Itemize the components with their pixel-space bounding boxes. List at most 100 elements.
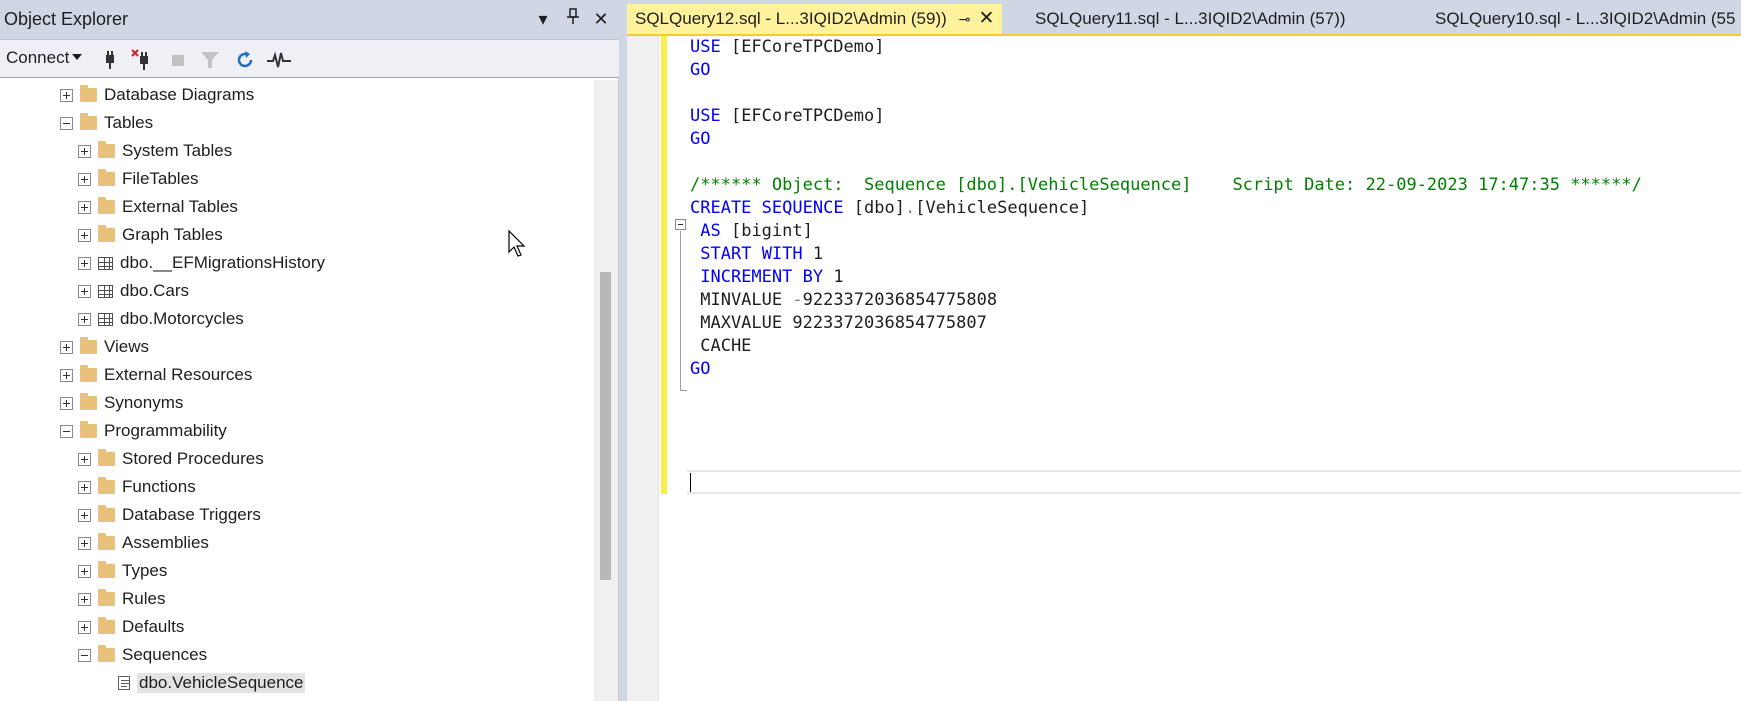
folder-icon [98, 645, 115, 662]
folder-icon [98, 589, 115, 606]
filter-icon[interactable] [198, 48, 222, 72]
tab-label: SQLQuery11.sql - L...3IQID2\Admin (57)) [1035, 9, 1346, 28]
folder-icon [80, 365, 97, 382]
pin-icon[interactable]: ⊸ [959, 4, 971, 34]
expand-icon[interactable] [78, 620, 91, 634]
folder-icon [80, 113, 97, 130]
tree-node-external-resources[interactable]: External Resources [60, 362, 252, 388]
folder-icon [98, 617, 115, 634]
close-icon[interactable]: ✕ [588, 6, 614, 32]
tree-node-types[interactable]: Types [78, 558, 167, 584]
tree-node-sequences[interactable]: Sequences [78, 642, 207, 668]
disconnect-icon[interactable] [130, 48, 154, 72]
tree-node-database-diagrams[interactable]: Database Diagrams [60, 82, 254, 108]
code-line[interactable]: GO [690, 128, 710, 151]
expand-icon[interactable] [78, 312, 91, 326]
code-line[interactable]: GO [690, 59, 710, 82]
connect-plug-icon[interactable] [98, 48, 122, 72]
code-line[interactable]: GO [690, 358, 710, 381]
object-explorer-toolbar: Connect [0, 40, 619, 78]
code-line[interactable]: /****** Object: Sequence [dbo].[VehicleS… [690, 174, 1642, 197]
tree-node-motorcycles[interactable]: dbo.Motorcycles [78, 306, 244, 332]
sql-editor[interactable]: USE [EFCoreTPCDemo] GO USE [EFCoreTPCDemo]… [627, 36, 1741, 701]
tree-node-programmability[interactable]: Programmability [60, 418, 227, 444]
expand-icon[interactable] [60, 396, 73, 410]
code-line[interactable]: MAXVALUE 9223372036854775807 [690, 312, 987, 335]
pin-icon[interactable] [560, 6, 586, 32]
tab-label: SQLQuery12.sql - L...3IQID2\Admin (59)) [635, 9, 947, 28]
tree-node-stored-procedures[interactable]: Stored Procedures [78, 446, 264, 472]
tree-node-vehicle-sequence[interactable]: dbo.VehicleSequence [96, 670, 306, 696]
tree-node-cars[interactable]: dbo.Cars [78, 278, 189, 304]
tree-node-filetables[interactable]: FileTables [78, 166, 199, 192]
dropdown-arrow-icon[interactable]: ▾ [530, 6, 556, 32]
tree-node-graph-tables[interactable]: Graph Tables [78, 222, 223, 248]
code-line[interactable]: START WITH 1 [690, 243, 823, 266]
tree-node-efmigrationshistory[interactable]: dbo.__EFMigrationsHistory [78, 250, 325, 276]
connect-button[interactable]: Connect [6, 48, 83, 68]
tree-node-system-tables[interactable]: System Tables [78, 138, 232, 164]
object-explorer-tree: Database Diagrams Tables System Tables F… [0, 80, 594, 701]
collapse-icon[interactable] [78, 648, 91, 662]
expand-icon[interactable] [60, 368, 73, 382]
expand-icon[interactable] [78, 536, 91, 550]
tree-node-assemblies[interactable]: Assemblies [78, 530, 209, 556]
tree-node-external-tables[interactable]: External Tables [78, 194, 238, 220]
expand-icon[interactable] [60, 340, 73, 354]
expand-icon[interactable] [78, 592, 91, 606]
tab-sqlquery12[interactable]: SQLQuery12.sql - L...3IQID2\Admin (59)) ⊸… [627, 4, 1003, 34]
tab-label: SQLQuery10.sql - L...3IQID2\Admin (55 [1435, 9, 1736, 28]
tree-node-defaults[interactable]: Defaults [78, 614, 184, 640]
folder-icon [98, 169, 115, 186]
code-line[interactable]: USE [EFCoreTPCDemo] [690, 36, 884, 59]
tree-node-rules[interactable]: Rules [78, 586, 165, 612]
folder-icon [98, 561, 115, 578]
code-line[interactable]: CREATE SEQUENCE [dbo].[VehicleSequence] [690, 197, 1089, 220]
sequence-icon [118, 676, 130, 690]
expand-icon[interactable] [78, 144, 91, 158]
code-line[interactable]: AS [bigint] [690, 220, 813, 243]
tree-node-views[interactable]: Views [60, 334, 149, 360]
collapse-region-icon[interactable] [675, 219, 686, 230]
tree-node-database-triggers[interactable]: Database Triggers [78, 502, 261, 528]
refresh-icon[interactable] [233, 48, 257, 72]
folder-icon [80, 85, 97, 102]
collapse-icon[interactable] [60, 424, 73, 438]
expand-icon[interactable] [78, 228, 91, 242]
activity-monitor-icon[interactable] [266, 48, 291, 72]
tree-node-functions[interactable]: Functions [78, 474, 196, 500]
code-line[interactable]: MINVALUE -9223372036854775808 [690, 289, 997, 312]
document-tab-strip: SQLQuery12.sql - L...3IQID2\Admin (59)) ⊸… [627, 0, 1741, 36]
expand-icon[interactable] [78, 452, 91, 466]
object-explorer-title: Object Explorer [4, 9, 129, 29]
table-icon [98, 256, 113, 270]
tab-sqlquery11[interactable]: SQLQuery11.sql - L...3IQID2\Admin (57)) [1027, 4, 1354, 34]
panel-splitter[interactable] [619, 0, 627, 701]
fold-guide-line [680, 231, 687, 391]
close-tab-icon[interactable]: ✕ [979, 4, 995, 34]
code-line[interactable]: CACHE [690, 335, 751, 358]
caret-down-icon [72, 54, 83, 60]
tree-node-synonyms[interactable]: Synonyms [60, 390, 183, 416]
expand-icon[interactable] [78, 508, 91, 522]
mouse-cursor-icon [508, 229, 530, 258]
current-line-highlight [687, 470, 1741, 494]
collapse-icon[interactable] [60, 116, 73, 130]
object-explorer-panel: Object Explorer ▾ ✕ Connect Database Dia… [0, 0, 619, 701]
expand-icon[interactable] [78, 480, 91, 494]
tab-sqlquery10[interactable]: SQLQuery10.sql - L...3IQID2\Admin (55 [1427, 4, 1741, 34]
tree-node-tables[interactable]: Tables [60, 110, 153, 136]
expand-icon[interactable] [78, 200, 91, 214]
code-line[interactable]: USE [EFCoreTPCDemo] [690, 105, 884, 128]
expand-icon[interactable] [60, 88, 73, 102]
stop-icon[interactable] [166, 48, 190, 72]
folder-icon [80, 337, 97, 354]
expand-icon[interactable] [78, 256, 91, 270]
expand-icon[interactable] [78, 172, 91, 186]
object-explorer-scrollbar[interactable] [594, 80, 618, 701]
scrollbar-thumb[interactable] [600, 272, 611, 580]
expand-icon[interactable] [78, 564, 91, 578]
object-explorer-titlebar: Object Explorer ▾ ✕ [0, 0, 619, 40]
code-line[interactable]: INCREMENT BY 1 [690, 266, 843, 289]
expand-icon[interactable] [78, 284, 91, 298]
